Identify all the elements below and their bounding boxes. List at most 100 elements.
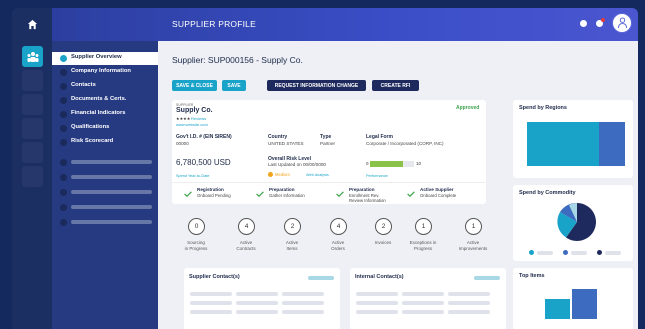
nav-bullet-icon xyxy=(60,111,67,118)
stat-label: Invoices xyxy=(374,240,392,245)
nav-item-supplier-overview[interactable]: Supplier Overview xyxy=(52,52,158,65)
legend-label xyxy=(571,250,587,255)
stat-value: 2 xyxy=(290,223,295,230)
main-content: Supplier: SUP000156 - Supply Co. SAVE & … xyxy=(158,41,638,329)
nav-item-company-information[interactable]: Company Information xyxy=(52,66,158,79)
step-check-icon xyxy=(184,191,192,197)
stat-sourcing[interactable]: 0 xyxy=(188,218,205,235)
performance-link[interactable]: Performance xyxy=(366,174,388,178)
stat-contracts[interactable]: 4 xyxy=(238,218,255,235)
step-check-icon xyxy=(256,191,264,197)
page-title: SUPPLIER PROFILE xyxy=(172,19,256,29)
performance-min: 0 xyxy=(366,161,369,166)
legal-form-label: Legal Form xyxy=(366,134,393,140)
supplier-name: Supply Co. xyxy=(176,107,213,114)
performance-bar xyxy=(370,161,414,167)
internal-contacts-card: Internal Contact(s) xyxy=(350,268,506,329)
nav-item-label: Risk Scorecard xyxy=(71,138,114,144)
nav-item-financial-indicators[interactable]: Financial Indicators xyxy=(52,108,158,121)
notifications-icon[interactable] xyxy=(596,18,605,27)
nav-item-qualifications[interactable]: Qualifications xyxy=(52,122,158,135)
nav-bullet-icon xyxy=(60,83,67,90)
nav-bullet-icon xyxy=(60,69,67,76)
risk-updated: Last Updated on 00/00/0000 xyxy=(268,162,326,167)
add-contact-button[interactable] xyxy=(308,276,334,280)
country-value: UNITED STATES xyxy=(268,141,304,146)
spend-label: Spend Year-to-Date xyxy=(176,174,210,178)
nav-bullet-icon xyxy=(60,125,67,132)
module-tile-4[interactable] xyxy=(22,142,43,163)
step-check-icon xyxy=(407,191,415,197)
module-tile-3[interactable] xyxy=(22,118,43,139)
stat-label: Sourcing in Progress xyxy=(184,240,208,251)
settings-icon[interactable] xyxy=(580,20,587,27)
web-analysis-link[interactable]: Web Analysis xyxy=(306,173,329,177)
app-window: SUPPLIER PROFILE Supplier Overview Compa… xyxy=(12,8,638,329)
step-check-icon xyxy=(336,191,344,197)
module-tile-1[interactable] xyxy=(22,70,43,91)
module-tile-2[interactable] xyxy=(22,94,43,115)
nav-item-contacts[interactable]: Contacts xyxy=(52,80,158,93)
legal-form-value: Corporate / Incorporated (CORP, INC) xyxy=(366,141,444,146)
nav-bullet-icon xyxy=(60,97,67,104)
reviews-link[interactable]: Reviews xyxy=(191,116,206,121)
stat-value: 1 xyxy=(471,223,476,230)
stat-value: 1 xyxy=(421,223,426,230)
nav-item-label: Supplier Overview xyxy=(71,54,122,60)
stat-value: 0 xyxy=(194,223,199,230)
nav-bullet-icon xyxy=(60,139,67,146)
stat-label: Active Orders xyxy=(331,240,345,251)
stat-orders[interactable]: 4 xyxy=(330,218,347,235)
risk-indicator-icon xyxy=(268,172,273,177)
nav-item-label: Contacts xyxy=(71,82,96,88)
legend-label xyxy=(605,250,621,255)
performance-max: 10 xyxy=(416,161,422,166)
stat-label: Exceptions in Progress xyxy=(409,240,437,251)
stat-exceptions[interactable]: 1 xyxy=(415,218,432,235)
stat-label: Active Contracts xyxy=(236,240,256,251)
spend-by-regions-card: Spend by Regions xyxy=(513,100,633,178)
divider xyxy=(172,182,486,183)
step-title: Active Supplier xyxy=(420,187,454,192)
regions-title: Spend by Regions xyxy=(519,105,567,111)
avatar[interactable] xyxy=(612,13,632,33)
nav-bullet-icon xyxy=(60,55,67,62)
save-close-button[interactable]: SAVE & CLOSE xyxy=(172,80,217,91)
step-subtitle: Onboard Complete xyxy=(420,193,457,198)
top-items-card: Top Items xyxy=(513,268,633,329)
regions-bar-blue xyxy=(599,122,625,166)
stat-items[interactable]: 2 xyxy=(284,218,301,235)
stat-invoices[interactable]: 2 xyxy=(375,218,392,235)
nav-placeholder[interactable] xyxy=(60,219,152,226)
legend-label xyxy=(537,250,553,255)
nav-placeholder[interactable] xyxy=(60,174,152,181)
create-rfi-button[interactable]: CREATE RFI xyxy=(372,80,419,91)
rating-stars: ★★★★ xyxy=(176,116,191,121)
spend-value: 6,780,500 USD xyxy=(176,158,231,167)
step-subtitle: Gather Information xyxy=(269,193,305,198)
stat-label: Active Improvements xyxy=(458,240,488,251)
nav-item-documents[interactable]: Documents & Certs. xyxy=(52,94,158,107)
top-items-bar-blue xyxy=(572,289,597,319)
top-items-title: Top Items xyxy=(519,273,545,279)
save-button[interactable]: SAVE xyxy=(222,80,246,91)
request-change-button[interactable]: REQUEST INFORMATION CHANGE xyxy=(267,80,366,91)
supplier-contacts-card: Supplier Contact(s) xyxy=(184,268,340,329)
module-tile-5[interactable] xyxy=(22,166,43,187)
nav-item-label: Financial Indicators xyxy=(71,110,126,116)
commodity-title: Spend by Commodity xyxy=(519,190,576,196)
gov-id-value: 00000 xyxy=(176,141,189,146)
top-items-bar-teal xyxy=(545,299,570,319)
nav-placeholder[interactable] xyxy=(60,189,152,196)
nav-placeholder[interactable] xyxy=(60,159,152,166)
stat-improvements[interactable]: 1 xyxy=(465,218,482,235)
home-icon[interactable] xyxy=(22,14,42,34)
nav-item-risk-scorecard[interactable]: Risk Scorecard xyxy=(52,136,158,149)
icon-rail xyxy=(12,8,52,329)
nav-placeholder[interactable] xyxy=(60,204,152,211)
gov-id-label: Gov't I.D. # (EIN SIREN) xyxy=(176,134,232,140)
add-internal-contact-button[interactable] xyxy=(474,276,500,280)
website-link[interactable]: www.website.com xyxy=(176,122,208,127)
legend-dot xyxy=(529,250,534,255)
supplier-module-icon[interactable] xyxy=(22,46,43,67)
